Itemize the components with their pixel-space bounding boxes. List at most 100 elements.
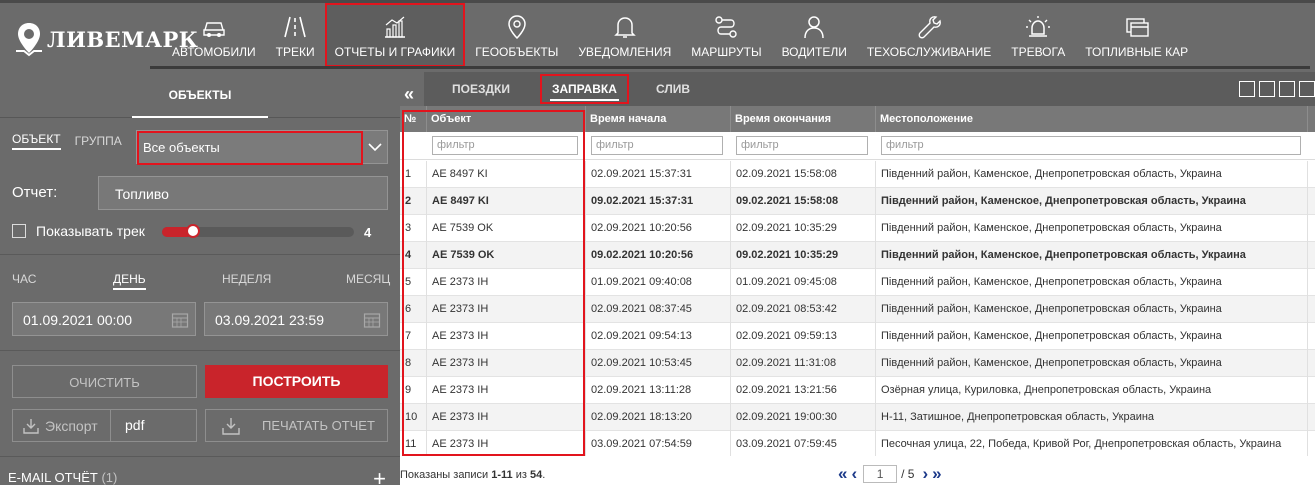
show-track-checkbox[interactable] xyxy=(12,224,26,238)
start-filter-input[interactable]: фильтр xyxy=(591,136,723,155)
report-settings-panel: ОБЪЕКТЫ ОБЪЕКТ ГРУППА Все объекты Отчет:… xyxy=(0,72,400,485)
column-header-location[interactable]: Местоположение xyxy=(876,106,1308,132)
pagination: « ‹ 1 / 5 › » xyxy=(836,464,944,484)
cell-start-time: 02.09.2021 15:37:31 xyxy=(586,161,731,188)
tab-trips[interactable]: ПОЕЗДКИ xyxy=(440,74,522,104)
table-row[interactable]: 10 AE 2373 IH 02.09.2021 18:13:20 02.09.202… xyxy=(400,404,1315,431)
export-format-select[interactable]: pdf xyxy=(110,410,196,441)
nav-item-2[interactable]: ТРЕКИ xyxy=(266,3,325,67)
cell-end-time: 02.09.2021 08:53:42 xyxy=(731,296,876,323)
mode-object[interactable]: ОБЪЕКТ xyxy=(12,132,61,150)
app-window: ЛИВЕМАРК АВТОМОБИЛИ ТРЕКИ ОТЧЕТЫ И ГРАФИКИ… xyxy=(0,0,1315,485)
export-label: Экспорт xyxy=(45,417,98,434)
email-report-section[interactable]: E-MAIL ОТЧЁТ (1) xyxy=(8,470,117,485)
table-row[interactable]: 4 AE 7539 OK 09.02.2021 10:20:56 09.02.2021… xyxy=(400,242,1315,269)
nav-item-10[interactable]: ТОПЛИВНЫЕ КАР xyxy=(1075,3,1198,67)
cell-number: 1 xyxy=(400,161,427,188)
location-filter-input[interactable]: фильтр xyxy=(881,136,1301,155)
cell-object: AE 2373 IH xyxy=(427,296,586,323)
calendar-icon[interactable] xyxy=(363,311,381,329)
export-control: Экспорт pdf xyxy=(12,409,197,442)
date-from-value: 01.09.2021 00:00 xyxy=(23,312,132,328)
fuel-card-icon xyxy=(1125,18,1149,37)
window-view-icon[interactable] xyxy=(1299,81,1315,97)
nav-item-label: ТРЕВОГА xyxy=(1011,45,1066,59)
column-header-number[interactable]: № xyxy=(400,106,427,132)
object-filter-input[interactable]: фильтр xyxy=(432,136,578,155)
chart-icon xyxy=(384,16,405,38)
list-view-icon[interactable] xyxy=(1259,81,1275,97)
table-row[interactable]: 5 AE 2373 IH 01.09.2021 09:40:08 01.09.2021… xyxy=(400,269,1315,296)
nav-item-9[interactable]: ТРЕВОГА xyxy=(1001,3,1075,67)
period-day[interactable]: ДЕНЬ xyxy=(113,272,146,290)
cell-start-time: 02.09.2021 10:20:56 xyxy=(586,215,731,242)
clear-button[interactable]: ОЧИСТИТЬ xyxy=(12,365,197,398)
cell-start-time: 02.09.2021 13:11:28 xyxy=(586,377,731,404)
tab-refueling[interactable]: ЗАПРАВКА xyxy=(540,74,629,104)
download-icon xyxy=(23,418,39,434)
table-row[interactable]: 7 AE 2373 IH 02.09.2021 09:54:13 02.09.2021… xyxy=(400,323,1315,350)
table-row[interactable]: 11 AE 2373 IH 03.09.2021 07:54:59 03.09.202… xyxy=(400,431,1315,458)
period-hour[interactable]: ЧАС xyxy=(12,272,36,286)
nav-item-5[interactable]: УВЕДОМЛЕНИЯ xyxy=(568,3,681,67)
cell-location: Південний район, Каменское, Днепропетров… xyxy=(876,296,1308,323)
nav-item-7[interactable]: ВОДИТЕЛИ xyxy=(772,3,857,67)
column-header-start[interactable]: Время начала xyxy=(586,106,731,132)
bell-icon xyxy=(613,17,636,38)
date-to-field[interactable]: 03.09.2021 23:59 xyxy=(204,302,388,336)
objects-select[interactable]: Все объекты xyxy=(136,130,388,165)
panel-tabs: ОБЪЕКТЫ xyxy=(0,72,400,118)
table-row[interactable]: 3 AE 7539 OK 02.09.2021 10:20:56 02.09.2021… xyxy=(400,215,1315,242)
close-view-icon[interactable] xyxy=(1239,81,1255,97)
cell-location: Південний район, Каменское, Днепропетров… xyxy=(876,188,1308,215)
end-filter-input[interactable]: фильтр xyxy=(736,136,868,155)
column-header-object[interactable]: Объект xyxy=(427,106,586,132)
main-nav: АВТОМОБИЛИ ТРЕКИ ОТЧЕТЫ И ГРАФИКИ ГЕООБЪЕКТ… xyxy=(162,3,1198,67)
prev-page-icon[interactable]: ‹ xyxy=(851,464,857,484)
email-report-label: E-MAIL ОТЧЁТ xyxy=(8,470,98,485)
page-number-input[interactable]: 1 xyxy=(863,465,898,483)
car-icon xyxy=(203,22,225,37)
cell-location: Південний район, Каменское, Днепропетров… xyxy=(876,269,1308,296)
nav-item-6[interactable]: МАРШРУТЫ xyxy=(681,3,771,67)
print-report-button[interactable]: ПЕЧАТАТЬ ОТЧЕТ xyxy=(205,409,388,442)
period-week[interactable]: НЕДЕЛЯ xyxy=(222,272,271,286)
build-report-button[interactable]: ПОСТРОИТЬ xyxy=(205,365,388,398)
cell-location: Озёрная улица, Куриловка, Днепропетровск… xyxy=(876,377,1308,404)
table-row[interactable]: 9 AE 2373 IH 02.09.2021 13:11:28 02.09.2021… xyxy=(400,377,1315,404)
nav-item-4[interactable]: ГЕООБЪЕКТЫ xyxy=(465,3,568,67)
nav-item-1[interactable]: АВТОМОБИЛИ xyxy=(162,3,266,67)
date-from-field[interactable]: 01.09.2021 00:00 xyxy=(12,302,196,336)
column-header-end[interactable]: Время окончания xyxy=(731,106,876,132)
first-page-icon[interactable]: « xyxy=(838,464,847,484)
tab-objects[interactable]: ОБЪЕКТЫ xyxy=(132,72,268,118)
track-slider[interactable] xyxy=(162,224,354,238)
calendar-icon[interactable] xyxy=(171,311,189,329)
records-info: Показаны записи 1-11 из 54. xyxy=(400,469,545,481)
table-row[interactable]: 2 AE 8497 KI 09.02.2021 15:37:31 09.02.2021… xyxy=(400,188,1315,215)
tab-drain[interactable]: СЛИВ xyxy=(644,74,702,104)
nav-item-3[interactable]: ОТЧЕТЫ И ГРАФИКИ xyxy=(324,3,466,67)
last-page-icon[interactable]: » xyxy=(932,464,941,484)
cell-end-time: 09.02.2021 10:35:29 xyxy=(731,242,876,269)
table-row[interactable]: 1 AE 8497 KI 02.09.2021 15:37:31 02.09.2021… xyxy=(400,161,1315,188)
next-page-icon[interactable]: › xyxy=(922,464,928,484)
report-results: « ПОЕЗДКИ ЗАПРАВКА СЛИВ № Объект Время н… xyxy=(400,72,1315,485)
add-email-report-icon[interactable]: + xyxy=(373,466,386,485)
table-row[interactable]: 8 AE 2373 IH 02.09.2021 10:53:45 02.09.2021… xyxy=(400,350,1315,377)
period-month[interactable]: МЕСЯЦ xyxy=(346,272,390,286)
mode-group[interactable]: ГРУППА xyxy=(75,134,122,148)
cell-start-time: 09.02.2021 15:37:31 xyxy=(586,188,731,215)
report-type-field[interactable]: Топливо xyxy=(98,176,388,210)
table-row[interactable]: 6 AE 2373 IH 02.09.2021 08:37:45 02.09.2021… xyxy=(400,296,1315,323)
cell-location: Південний район, Каменское, Днепропетров… xyxy=(876,242,1308,269)
export-button[interactable]: Экспорт xyxy=(13,410,110,441)
track-slider-handle[interactable] xyxy=(186,224,200,238)
split-view-icon[interactable] xyxy=(1279,81,1295,97)
cell-object: AE 8497 KI xyxy=(427,188,586,215)
table-footer: Показаны записи 1-11 из 54. « ‹ 1 / 5 › … xyxy=(400,456,1315,485)
divider xyxy=(0,350,400,351)
nav-item-8[interactable]: ТЕХОБСЛУЖИВАНИЕ xyxy=(857,3,1001,67)
wrench-icon xyxy=(918,16,941,39)
collapse-panel-icon[interactable]: « xyxy=(404,84,414,105)
